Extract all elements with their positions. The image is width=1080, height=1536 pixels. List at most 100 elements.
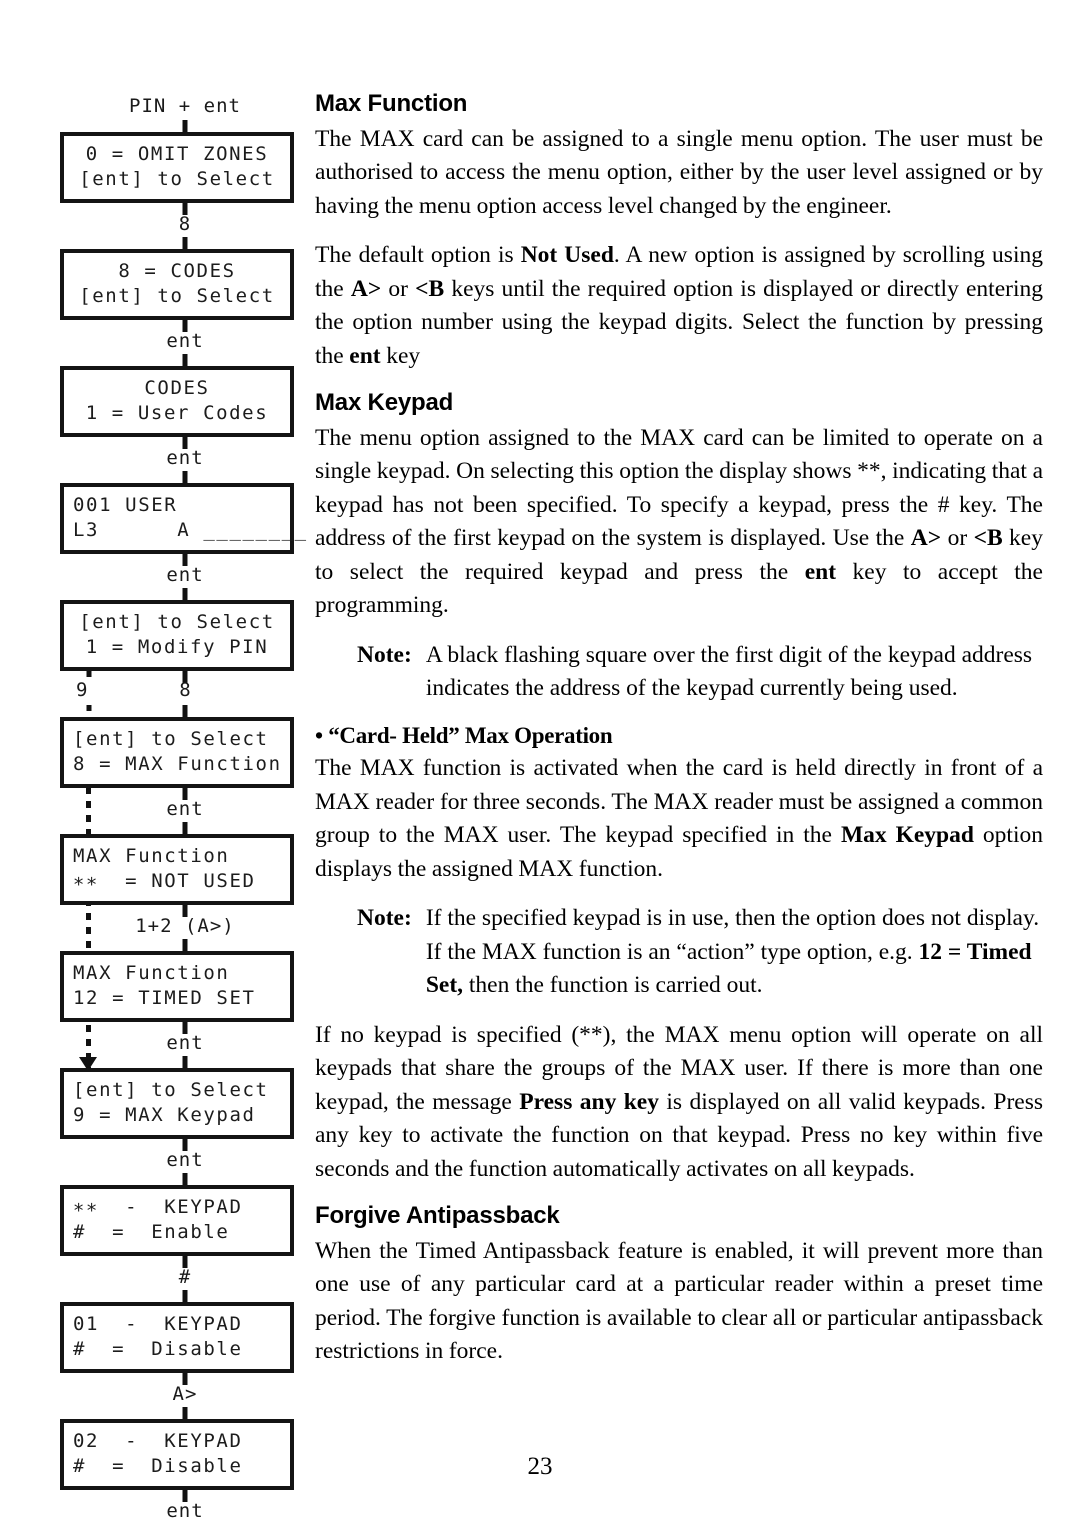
bypass-rail-wrapper: [ent] to Select 8 = MAX Function ent MAX…	[60, 717, 310, 1071]
connector-line	[182, 1056, 188, 1068]
lcd-line-1: [ent] to Select	[73, 1079, 269, 1101]
note-keyword: Note:	[357, 641, 412, 668]
lcd-line-1: MAX Function	[73, 962, 230, 984]
branch-label-8: 8	[179, 679, 191, 701]
lcd-line-2: # = Enable	[73, 1221, 230, 1243]
connector-8: 8	[60, 203, 310, 249]
lcd-box-user-codes: CODES 1 = User Codes	[60, 366, 294, 437]
emphasis-key-ent: ent	[349, 342, 381, 369]
lcd-line-2: 9 = MAX Keypad	[73, 1104, 256, 1126]
lcd-line-2: L3 A ________	[73, 519, 308, 541]
lcd-box-max-function-not-used: MAX Function ∗∗ = NOT USED	[60, 834, 294, 905]
text-run: then the function is carried out.	[463, 972, 763, 999]
connector-line	[182, 354, 188, 366]
branch-dashed-line	[86, 705, 92, 717]
connector-hash: #	[60, 1256, 310, 1302]
connector-label: A>	[172, 1383, 198, 1405]
lcd-line-2: ∗∗ = NOT USED	[73, 870, 256, 892]
connector-line	[182, 588, 188, 600]
connector-ent-final: ent	[60, 1490, 310, 1536]
connector-line	[182, 1407, 188, 1419]
connector-label: ent	[166, 564, 204, 586]
lcd-line-1: 001 USER	[73, 494, 178, 516]
page-number: 23	[527, 1453, 553, 1480]
branch-9-or-8: 9 8	[60, 671, 310, 717]
lcd-box-max-keypad-select: [ent] to Select 9 = MAX Keypad	[60, 1068, 294, 1139]
note-block-keypad-address: Note: A black flashing square over the f…	[315, 639, 1043, 706]
lcd-box-keypad-01-disable: 01 - KEYPAD # = Disable	[60, 1302, 294, 1373]
paragraph-no-keypad-specified: If no keypad is specified (**), the MAX …	[315, 1019, 1043, 1187]
lcd-line-2: [ent] to Select	[79, 168, 275, 190]
text-run: or	[381, 275, 416, 302]
lcd-line-1: ∗∗ - KEYPAD	[73, 1196, 243, 1218]
paragraph-max-keypad: The menu option assigned to the MAX card…	[315, 422, 1043, 623]
connector-label: 8	[178, 213, 192, 235]
connector-label: ent	[166, 798, 204, 820]
connector-1plus2: 1+2 (A>)	[60, 905, 310, 951]
connector-label: ent	[166, 1500, 204, 1522]
lcd-line-1: 8 = CODES	[118, 260, 236, 282]
lcd-line-2: 1 = User Codes	[85, 402, 269, 424]
connector-ent-4: ent	[60, 788, 310, 834]
connector-line	[182, 1173, 188, 1185]
emphasis-key-b: <B	[973, 525, 1003, 552]
lcd-box-modify-pin: [ent] to Select 1 = Modify PIN	[60, 600, 294, 671]
lcd-line-2: 12 = TIMED SET	[73, 987, 256, 1009]
lcd-box-codes-menu: 8 = CODES [ent] to Select	[60, 249, 294, 320]
connector-label: ent	[166, 330, 204, 352]
text-run: key	[380, 342, 421, 369]
emphasis-key-a: A>	[350, 275, 382, 302]
lcd-box-001-user: 001 USER L3 A ________	[60, 483, 308, 554]
connector-ent-6: ent	[60, 1139, 310, 1185]
note-block-keypad-in-use: Note: If the specified keypad is in use,…	[315, 902, 1043, 1003]
paragraph-card-held: The MAX function is activated when the c…	[315, 752, 1043, 886]
emphasis-max-keypad: Max Keypad	[840, 822, 974, 849]
lcd-box-omit-zones: 0 = OMIT ZONES [ent] to Select	[60, 132, 294, 203]
connector-label: ent	[166, 1032, 204, 1054]
connector-ent-5: ent	[60, 1022, 310, 1068]
lcd-box-max-function-select: [ent] to Select 8 = MAX Function	[60, 717, 294, 788]
connector-line	[182, 1290, 188, 1302]
lcd-line-1: 02 - KEYPAD	[73, 1430, 243, 1452]
lcd-line-1: [ent] to Select	[73, 728, 269, 750]
connector-line	[182, 237, 188, 249]
lcd-line-2: # = Disable	[73, 1338, 243, 1360]
lcd-box-keypad-any-enable: ∗∗ - KEYPAD # = Enable	[60, 1185, 294, 1256]
lcd-line-2: 1 = Modify PIN	[85, 636, 269, 658]
emphasis-not-used: Not Used	[520, 242, 614, 269]
note-text: If the specified keypad is in use, then …	[426, 902, 1043, 1003]
connector-line	[182, 939, 188, 951]
lcd-line-1: 01 - KEYPAD	[73, 1313, 243, 1335]
connector-a-next: A>	[60, 1373, 310, 1419]
emphasis-key-a: A>	[910, 525, 942, 552]
connector-label: 1+2 (A>)	[135, 915, 235, 937]
heading-max-keypad: Max Keypad	[315, 389, 454, 417]
emphasis-key-b: <B	[415, 275, 445, 302]
lcd-line-1: 0 = OMIT ZONES	[85, 143, 269, 165]
lcd-box-max-function-timed-set: MAX Function 12 = TIMED SET	[60, 951, 294, 1022]
connector-label: ent	[166, 447, 204, 469]
connector-label: ent	[166, 1149, 204, 1171]
note-text: A black flashing square over the first d…	[425, 641, 1033, 702]
text-run: The default option is	[315, 242, 521, 269]
keypad-navigation-flowchart: PIN + ent 0 = OMIT ZONES [ent] to Select…	[60, 96, 310, 1536]
emphasis-key-ent: ent	[804, 558, 837, 585]
lcd-line-1: MAX Function	[73, 845, 230, 867]
flowchart-start-label: PIN + ent	[129, 95, 241, 117]
heading-max-function: Max Function	[315, 90, 468, 117]
text-run: or	[941, 525, 974, 552]
paragraph-forgive-antipassback: When the Timed Antipassback feature is e…	[315, 1237, 1043, 1365]
lcd-line-2: [ent] to Select	[79, 285, 275, 307]
lcd-line-1: CODES	[144, 377, 210, 399]
connector-ent-1: ent	[60, 320, 310, 366]
note-keyword: Note:	[357, 905, 412, 932]
branch-solid-line	[182, 705, 188, 717]
connector-start	[60, 120, 310, 132]
lcd-line-1: [ent] to Select	[79, 611, 275, 633]
connector-line	[182, 822, 188, 834]
connector-line	[182, 471, 188, 483]
emphasis-press-any-key: Press any key	[519, 1088, 659, 1115]
heading-card-held-max-operation: • “Card- Held” Max Operation	[315, 722, 613, 748]
lcd-line-2: 8 = MAX Function	[73, 753, 282, 775]
paragraph-default-option: The default option is Not Used. A new op…	[315, 239, 1043, 373]
